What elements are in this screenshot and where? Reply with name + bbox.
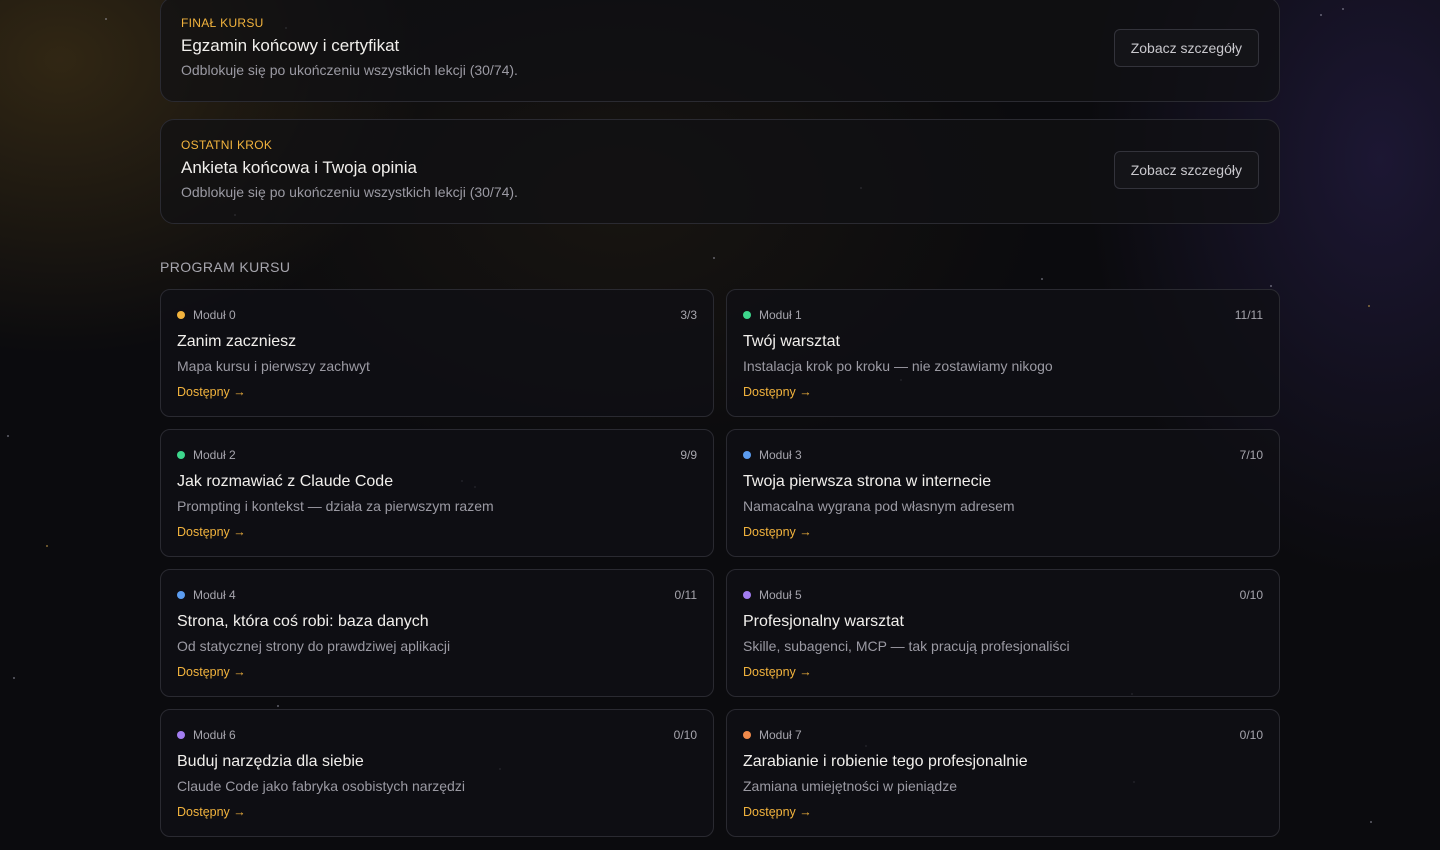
module-status-dot — [743, 591, 751, 599]
module-title: Zarabianie i robienie tego profesjonalni… — [743, 753, 1028, 770]
module-number: Moduł 6 — [193, 728, 236, 742]
module-title: Buduj narzędzia dla siebie — [177, 753, 364, 770]
module-number: Moduł 5 — [759, 588, 802, 602]
module-subtitle: Namacalna wygrana pod własnym adresem — [743, 498, 1015, 514]
module-progress: 3/3 — [680, 308, 697, 322]
module-number: Moduł 2 — [193, 448, 236, 462]
module-title: Twoja pierwsza strona w internecie — [743, 473, 992, 490]
module-subtitle: Prompting i kontekst — działa za pierwsz… — [177, 498, 494, 514]
module-status-dot — [177, 451, 185, 459]
module-subtitle: Od statycznej strony do prawdziwej aplik… — [177, 638, 451, 654]
module-status-dot — [743, 311, 751, 319]
module-available-link[interactable]: Dostępny → — [177, 665, 246, 679]
module-card-2[interactable]: Moduł 2 9/9 Jak rozmawiać z Claude Code … — [160, 429, 714, 557]
module-grid: Moduł 0 3/3 Zanim zaczniesz Mapa kursu i… — [160, 289, 1280, 837]
module-number: Moduł 3 — [759, 448, 802, 462]
module-subtitle: Claude Code jako fabryka osobistych narz… — [177, 778, 465, 794]
module-available-link[interactable]: Dostępny → — [743, 805, 812, 819]
module-status-dot — [177, 731, 185, 739]
module-available-link[interactable]: Dostępny → — [743, 525, 812, 539]
module-card-1[interactable]: Moduł 1 11/11 Twój warsztat Instalacja k… — [726, 289, 1280, 417]
module-progress: 11/11 — [1234, 308, 1263, 322]
program-section-title: PROGRAM KURSU — [160, 259, 291, 275]
module-title: Twój warsztat — [743, 333, 840, 350]
final-exam-title: Egzamin końcowy i certyfikat — [181, 36, 400, 55]
module-card-4[interactable]: Moduł 4 0/11 Strona, która coś robi: baz… — [160, 569, 714, 697]
module-subtitle: Mapa kursu i pierwszy zachwyt — [177, 358, 370, 374]
module-card-6[interactable]: Moduł 6 0/10 Buduj narzędzia dla siebie … — [160, 709, 714, 837]
module-title: Jak rozmawiać z Claude Code — [177, 473, 394, 490]
module-subtitle: Zamiana umiejętności w pieniądze — [743, 778, 957, 794]
final-survey-tag: Ostatni krok — [181, 138, 273, 152]
final-exam-description: Odblokuje się po ukończeniu wszystkich l… — [181, 62, 518, 78]
module-progress: 7/10 — [1239, 448, 1263, 462]
module-progress: 0/10 — [1239, 728, 1263, 742]
final-survey-details-button[interactable]: Zobacz szczegóły — [1113, 151, 1259, 189]
module-status-dot — [743, 731, 751, 739]
module-card-5[interactable]: Moduł 5 0/10 Profesjonalny warsztat Skil… — [726, 569, 1280, 697]
module-number: Moduł 4 — [193, 588, 236, 602]
module-title: Profesjonalny warsztat — [743, 613, 904, 630]
module-available-link[interactable]: Dostępny → — [743, 665, 812, 679]
module-subtitle: Skille, subagenci, MCP — tak pracują pro… — [743, 638, 1070, 654]
module-available-link[interactable]: Dostępny → — [177, 805, 246, 819]
module-number: Moduł 1 — [759, 308, 802, 322]
module-title: Zanim zaczniesz — [177, 333, 297, 350]
module-subtitle: Instalacja krok po kroku — nie zostawiam… — [743, 358, 1053, 374]
final-exam-details-button[interactable]: Zobacz szczegóły — [1113, 29, 1259, 67]
final-exam-card: Finał kursu Egzamin końcowy i certyfikat… — [160, 0, 1280, 102]
module-number: Moduł 0 — [193, 308, 236, 322]
module-title: Strona, która coś robi: baza danych — [177, 613, 429, 630]
module-status-dot — [743, 451, 751, 459]
module-progress: 0/10 — [673, 728, 697, 742]
final-survey-title: Ankieta końcowa i Twoja opinia — [181, 158, 417, 177]
module-status-dot — [177, 311, 185, 319]
module-available-link[interactable]: Dostępny → — [177, 525, 246, 539]
module-progress: 0/11 — [674, 588, 697, 602]
final-exam-tag: Finał kursu — [181, 16, 264, 30]
module-card-7[interactable]: Moduł 7 0/10 Zarabianie i robienie tego … — [726, 709, 1280, 837]
module-card-3[interactable]: Moduł 3 7/10 Twoja pierwsza strona w int… — [726, 429, 1280, 557]
module-number: Moduł 7 — [759, 728, 802, 742]
module-progress: 0/10 — [1239, 588, 1263, 602]
final-survey-description: Odblokuje się po ukończeniu wszystkich l… — [181, 184, 518, 200]
module-card-0[interactable]: Moduł 0 3/3 Zanim zaczniesz Mapa kursu i… — [160, 289, 714, 417]
module-status-dot — [177, 591, 185, 599]
module-progress: 9/9 — [680, 448, 697, 462]
module-available-link[interactable]: Dostępny → — [177, 385, 246, 399]
module-available-link[interactable]: Dostępny → — [743, 385, 812, 399]
final-survey-card: Ostatni krok Ankieta końcowa i Twoja opi… — [160, 119, 1280, 224]
